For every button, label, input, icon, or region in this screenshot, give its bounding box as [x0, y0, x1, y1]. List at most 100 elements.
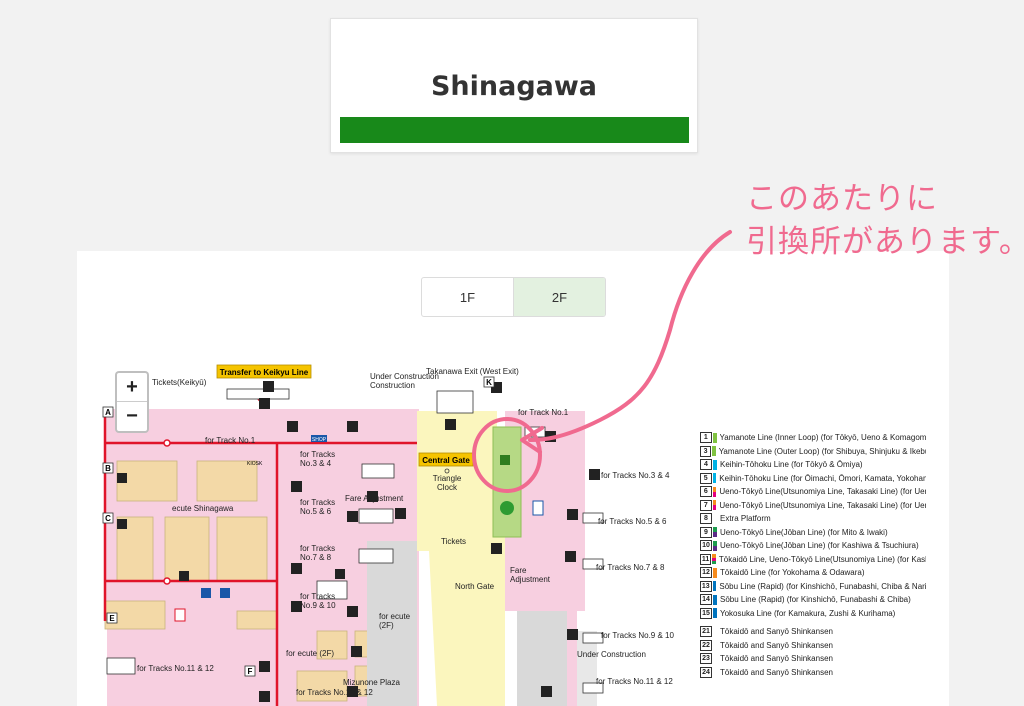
- legend-line-label: Tōkaidō and Sanyō Shinkansen: [720, 640, 833, 650]
- legend-line-color-swatch: [713, 514, 717, 524]
- tracks-5-6-right-label: for Tracks No.5 & 6: [598, 517, 667, 526]
- escalator-icon: [589, 469, 600, 480]
- exchange-area[interactable]: [492, 426, 522, 538]
- legend-row: 1 Yamanote Line (Inner Loop) (for Tōkyō, …: [700, 431, 926, 445]
- station-map-panel: 1F 2F + − A B C E F K Transfer to Keikyu…: [77, 251, 949, 706]
- legend-line-label: Tōkaidō Line (for Yokohama & Odawara): [720, 568, 865, 578]
- accessible-icon: [220, 588, 230, 598]
- tracks-7-8-left-label: for Tracks: [300, 544, 335, 553]
- legend-line-label: Yokosuka Line (for Kamakura, Zushi & Kur…: [720, 608, 896, 618]
- legend-line-color-swatch: [712, 446, 716, 457]
- legend-line-label: Keihin-Tōhoku Line (for Ōimachi, Ōmori, …: [719, 473, 926, 483]
- legend-row: 15 Yokosuka Line (for Kamakura, Zushi & K…: [700, 607, 926, 621]
- central-gate-label: Central Gate: [422, 456, 470, 465]
- legend-row: 14 Sōbu Line (Rapid) (for Kinshichō, Funa…: [700, 593, 926, 607]
- under-construction-label-2: Construction: [370, 381, 415, 390]
- locker-icon: [179, 571, 189, 581]
- escalator-icon: [263, 381, 274, 392]
- legend-line-label: Tōkaidō Line, Ueno-Tōkyō Line(Utsunomiya…: [718, 554, 926, 564]
- tracks-9-10-left-label: for Tracks: [300, 592, 335, 601]
- legend-line-label: Sōbu Line (Rapid) (for Kinshichō, Funaba…: [719, 581, 926, 591]
- legend-track-number: 23: [700, 653, 712, 665]
- transfer-keikyu-label: Transfer to Keikyu Line: [220, 368, 309, 377]
- legend-track-number: 11: [700, 553, 712, 565]
- legend-line-label: Sōbu Line (Rapid) (for Kinshichō, Funaba…: [720, 595, 911, 605]
- exit-f-label: F: [248, 667, 253, 676]
- legend-row: 22 Tōkaidō and Sanyō Shinkansen: [700, 639, 926, 653]
- legend-track-number: 6: [700, 486, 712, 498]
- locker-icon: [117, 519, 127, 529]
- zoom-in-button[interactable]: +: [117, 373, 147, 402]
- escalator-icon: [445, 419, 456, 430]
- legend-row: 3 Yamanote Line (Outer Loop) (for Shibuya…: [700, 445, 926, 459]
- elevator-icon: [259, 691, 270, 702]
- legend-track-number: 1: [700, 432, 712, 444]
- exit-c-label: C: [105, 514, 111, 523]
- legend-track-number: 5: [700, 472, 712, 484]
- exit-b-label: B: [105, 464, 111, 473]
- tracks-11-12-right-label: for Tracks No.11 & 12: [596, 677, 673, 686]
- exchange-icon: [500, 501, 514, 515]
- legend-row: 9 Ueno-Tōkyō Line(Jōban Line) (for Mito &…: [700, 526, 926, 540]
- annotation-line-2: 引換所があります。: [746, 224, 1024, 260]
- station-card: Shinagawa: [330, 18, 698, 153]
- locker-icon: [117, 473, 127, 483]
- tracks-3-4-left-label: for Tracks: [300, 450, 335, 459]
- tickets-label: Tickets: [441, 537, 466, 546]
- tracks-3-4-right-label: for Tracks No.3 & 4: [601, 471, 670, 480]
- tracks-5-6-left-label-2: No.5 & 6: [300, 507, 332, 516]
- legend-row: 13 Sōbu Line (Rapid) (for Kinshichō, Funa…: [700, 580, 926, 594]
- tracks-11-12-mid-label: for Tracks No.11 & 12: [296, 688, 373, 697]
- legend-line-label: Yamanote Line (Inner Loop) (for Tōkyō, U…: [719, 433, 927, 443]
- legend-track-number: 21: [700, 626, 712, 638]
- tracks-3-4-left-label-2: No.3 & 4: [300, 459, 332, 468]
- legend-line-color-swatch: [712, 500, 717, 511]
- tracks-9-10-left-label-2: No.9 & 10: [300, 601, 336, 610]
- escalator-icon: [567, 629, 578, 640]
- legend-line-label: Ueno-Tōkyō Line(Jōban Line) (for Mito & …: [720, 527, 888, 537]
- legend-row: 7 Ueno-Tōkyō Line(Utsunomiya Line, Takasa…: [700, 499, 926, 513]
- legend-track-number: 9: [700, 526, 712, 538]
- exit-e-label: E: [109, 614, 115, 623]
- shop-label: SHOP: [312, 437, 327, 443]
- under-construction-bottom-label: Under Construction: [577, 650, 646, 659]
- takanawa-exit-label: Takanawa Exit (West Exit): [426, 367, 519, 376]
- legend-row: 11 Tōkaidō Line, Ueno-Tōkyō Line(Utsunomi…: [700, 553, 926, 567]
- tracks-9-10-right-label: for Tracks No.9 & 10: [601, 631, 674, 640]
- zoom-control: + −: [115, 371, 149, 433]
- legend-line-label: Tōkaidō and Sanyō Shinkansen: [720, 667, 833, 677]
- legend-line-label: Extra Platform: [720, 514, 771, 524]
- legend-row: 5 Keihin-Tōhoku Line (for Ōimachi, Ōmori,…: [700, 472, 926, 486]
- fare-adjustment-left-label: Fare Adjustment: [345, 494, 404, 503]
- legend-line-color-swatch: [713, 527, 717, 538]
- legend-line-color-swatch: [713, 640, 717, 650]
- triangle-clock-label: Triangle: [433, 474, 462, 483]
- zoom-out-button[interactable]: −: [117, 402, 147, 430]
- legend-line-color-swatch: [713, 594, 717, 605]
- exit-a-label: A: [105, 408, 111, 417]
- escalator-icon: [347, 606, 358, 617]
- escalator-icon: [291, 563, 302, 574]
- station-name: Shinagawa: [430, 71, 598, 102]
- legend-line-color-swatch: [713, 608, 717, 619]
- ecute-2f-left-label: for ecute (2F): [286, 649, 334, 658]
- legend-track-number: 10: [700, 540, 712, 552]
- escalator-icon: [565, 551, 576, 562]
- restroom-icon: [174, 608, 186, 622]
- legend-line-color-swatch: [712, 581, 717, 592]
- escalator-icon: [291, 481, 302, 492]
- escalator-icon: [347, 511, 358, 522]
- elevator-icon: [259, 398, 270, 409]
- legend-track-number: 15: [700, 607, 712, 619]
- legend-row: 21 Tōkaidō and Sanyō Shinkansen: [700, 625, 926, 639]
- elevator-icon: [259, 661, 270, 672]
- legend-line-label: Yamanote Line (Outer Loop) (for Shibuya,…: [718, 446, 926, 456]
- legend-line-color-swatch: [713, 627, 717, 637]
- legend-track-number: 4: [700, 459, 712, 471]
- tracks-11-12-left-label: for Tracks No.11 & 12: [137, 664, 214, 673]
- legend-line-label: Tōkaidō and Sanyō Shinkansen: [720, 654, 833, 664]
- legend-line-color-swatch: [712, 473, 717, 484]
- legend-line-label: Tōkaidō and Sanyō Shinkansen: [720, 627, 833, 637]
- escalator-icon: [347, 421, 358, 432]
- escalator-icon: [395, 508, 406, 519]
